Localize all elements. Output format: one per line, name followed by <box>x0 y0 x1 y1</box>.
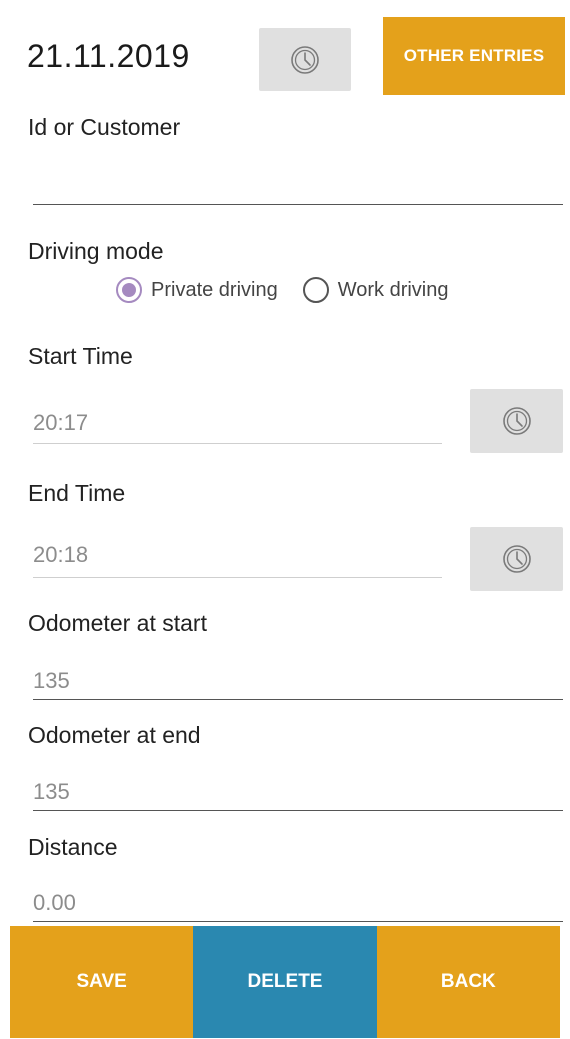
clock-icon <box>502 407 531 435</box>
end-time-underline <box>33 577 442 578</box>
odometer-start-underline <box>33 699 563 700</box>
odometer-end-underline <box>33 810 563 811</box>
date-picker-button[interactable] <box>259 28 351 91</box>
work-driving-label: Work driving <box>337 278 449 301</box>
start-time-input[interactable]: 20:17 <box>33 410 88 436</box>
odometer-start-input[interactable]: 135 <box>33 668 70 694</box>
end-time-picker-button[interactable] <box>470 527 563 591</box>
save-button[interactable]: SAVE <box>10 926 194 1038</box>
driving-mode-label: Driving mode <box>28 238 164 264</box>
work-driving-radio[interactable] <box>302 277 329 303</box>
private-driving-radio[interactable] <box>116 277 142 303</box>
distance-label: Distance <box>28 834 118 860</box>
back-button[interactable]: BACK <box>376 926 560 1038</box>
distance-input[interactable]: 0.00 <box>33 890 76 916</box>
clock-icon <box>502 545 531 573</box>
start-time-underline <box>33 443 442 444</box>
other-entries-button[interactable]: OTHER ENTRIES <box>383 17 565 95</box>
end-time-input[interactable]: 20:18 <box>33 542 88 568</box>
odometer-start-label: Odometer at start <box>28 610 207 636</box>
action-bar: SAVE DELETE BACK <box>10 926 560 1038</box>
customer-label: Id or Customer <box>28 114 181 140</box>
end-time-label: End Time <box>28 480 126 506</box>
private-driving-label: Private driving <box>151 278 278 301</box>
customer-underline <box>33 204 563 205</box>
driving-mode-group: Private driving Work driving <box>116 277 449 303</box>
delete-button[interactable]: DELETE <box>193 926 377 1038</box>
clock-icon <box>291 45 319 74</box>
odometer-end-label: Odometer at end <box>28 722 201 748</box>
entry-date: 21.11.2019 <box>27 38 190 74</box>
start-time-picker-button[interactable] <box>470 389 563 453</box>
odometer-end-input[interactable]: 135 <box>33 779 70 805</box>
distance-underline <box>33 921 563 922</box>
start-time-label: Start Time <box>28 343 133 369</box>
customer-input[interactable] <box>33 160 563 200</box>
